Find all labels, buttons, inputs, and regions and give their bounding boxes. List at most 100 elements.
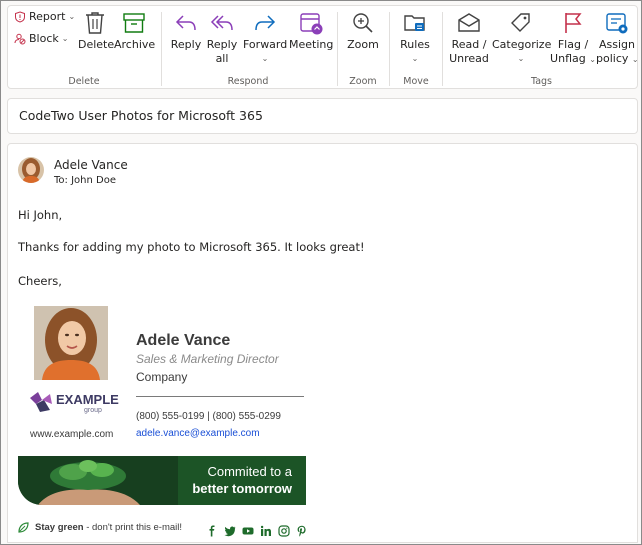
zoom-in-icon bbox=[353, 13, 373, 33]
delete-button[interactable]: Delete bbox=[78, 10, 115, 52]
recipient-line: To: John Doe bbox=[54, 175, 116, 186]
forward-button[interactable]: Forward ⌄ bbox=[243, 10, 287, 66]
outlook-reading-window: Report ⌄ Block ⌄ Delete Archive Delete R… bbox=[0, 0, 642, 545]
chevron-down-icon: ⌄ bbox=[68, 12, 76, 21]
message-body-pane: Adele Vance To: John Doe Hi John, Thanks… bbox=[7, 143, 638, 543]
ribbon-divider bbox=[337, 12, 338, 86]
signature-banner[interactable]: Commited to a better tomorrow bbox=[18, 456, 306, 505]
chevron-down-icon: ⌄ bbox=[517, 54, 525, 63]
assign-policy-button[interactable]: Assign policy ⌄ bbox=[596, 10, 639, 67]
sender-name[interactable]: Adele Vance bbox=[54, 158, 128, 172]
ribbon-group-delete: Report ⌄ Block ⌄ Delete Archive Delete bbox=[8, 6, 160, 90]
logo-subtext: group bbox=[84, 407, 102, 414]
greeting-text: Hi John, bbox=[18, 208, 63, 222]
ribbon-divider bbox=[161, 12, 162, 86]
meeting-label: Meeting bbox=[289, 38, 334, 51]
stay-green-note: Stay green - don't print this e-mail! bbox=[18, 522, 182, 533]
chevron-down-icon: ⌄ bbox=[631, 55, 639, 64]
report-button[interactable]: Report ⌄ bbox=[14, 10, 75, 23]
read-unread-button[interactable]: Read / Unread bbox=[448, 10, 490, 66]
rules-button[interactable]: Rules ⌄ bbox=[397, 10, 433, 66]
chevron-down-icon: ⌄ bbox=[261, 54, 269, 63]
block-label: Block bbox=[29, 32, 59, 45]
forward-arrow-icon bbox=[255, 15, 276, 31]
closing-text: Cheers, bbox=[18, 274, 62, 288]
categorize-button[interactable]: Categorize ⌄ bbox=[492, 10, 552, 66]
meeting-button[interactable]: Meeting bbox=[289, 10, 333, 52]
signature-website-link[interactable]: www.example.com bbox=[30, 429, 113, 440]
instagram-icon[interactable] bbox=[278, 522, 290, 537]
ribbon-group-move: Rules ⌄ Move bbox=[391, 6, 441, 90]
assign-policy-icon bbox=[606, 13, 628, 34]
ribbon-divider bbox=[389, 12, 390, 86]
ribbon-divider bbox=[442, 12, 443, 86]
tag-icon bbox=[511, 13, 530, 32]
facebook-icon[interactable] bbox=[206, 522, 218, 537]
signature-title: Sales & Marketing Director bbox=[136, 352, 279, 366]
flag-icon bbox=[565, 13, 582, 33]
archive-button[interactable]: Archive bbox=[114, 10, 156, 52]
ribbon-toolbar: Report ⌄ Block ⌄ Delete Archive Delete R… bbox=[7, 5, 639, 90]
archive-icon bbox=[123, 13, 145, 33]
group-label-move: Move bbox=[403, 76, 429, 87]
shield-alert-icon bbox=[15, 10, 25, 23]
social-icons bbox=[206, 522, 308, 537]
block-button[interactable]: Block ⌄ bbox=[14, 32, 68, 45]
assign-label-line2: policy bbox=[596, 52, 629, 65]
reply-label: Reply bbox=[170, 38, 202, 51]
signature-photo bbox=[34, 306, 108, 380]
archive-label: Archive bbox=[114, 38, 156, 51]
hands-plant-icon bbox=[18, 456, 178, 505]
flag-label-line1: Flag / bbox=[557, 38, 589, 51]
assign-label-line1: Assign bbox=[599, 38, 635, 51]
body-text: Thanks for adding my photo to Microsoft … bbox=[18, 240, 365, 254]
chevron-down-icon: ⌄ bbox=[411, 54, 419, 63]
logo-text: EXAMPLE bbox=[56, 392, 119, 407]
flag-unflag-button[interactable]: Flag / Unflag ⌄ bbox=[550, 10, 596, 67]
flag-label-line2: Unflag bbox=[550, 52, 586, 65]
youtube-icon[interactable] bbox=[242, 522, 254, 535]
zoom-label: Zoom bbox=[347, 38, 379, 51]
block-user-icon bbox=[14, 33, 26, 44]
envelope-open-icon bbox=[458, 13, 480, 32]
stay-green-rest: - don't print this e-mail! bbox=[83, 522, 183, 533]
group-label-delete: Delete bbox=[68, 76, 100, 87]
rules-label: Rules bbox=[400, 38, 430, 51]
ribbon-group-respond: Reply Reply all Forward ⌄ Meeting Respon… bbox=[163, 6, 333, 90]
assign-label-line2-wrap: policy ⌄ bbox=[596, 52, 639, 67]
reply-all-arrow-icon bbox=[210, 15, 233, 31]
pinterest-icon[interactable] bbox=[296, 522, 308, 537]
banner-line1: Commited to a bbox=[207, 464, 292, 479]
stay-green-bold: Stay green bbox=[35, 522, 84, 533]
message-subject: CodeTwo User Photos for Microsoft 365 bbox=[7, 98, 638, 134]
calendar-meeting-icon bbox=[300, 13, 323, 35]
report-label: Report bbox=[29, 10, 66, 23]
reply-all-label-line2: all bbox=[215, 52, 229, 65]
chevron-down-icon: ⌄ bbox=[589, 55, 596, 64]
delete-label: Delete bbox=[78, 38, 115, 51]
twitter-icon[interactable] bbox=[224, 522, 236, 537]
reply-all-label-line1: Reply bbox=[206, 38, 238, 51]
forward-label: Forward bbox=[243, 38, 288, 51]
sender-avatar[interactable] bbox=[18, 157, 44, 183]
group-label-zoom: Zoom bbox=[349, 76, 377, 87]
zoom-button[interactable]: Zoom bbox=[345, 10, 381, 52]
linkedin-icon[interactable] bbox=[260, 522, 272, 536]
banner-line2: better tomorrow bbox=[192, 481, 292, 496]
group-label-respond: Respond bbox=[227, 76, 269, 87]
signature-divider bbox=[136, 396, 304, 397]
signature-name: Adele Vance bbox=[136, 332, 231, 349]
signature-email-link[interactable]: adele.vance@example.com bbox=[136, 428, 260, 439]
reply-all-button[interactable]: Reply all bbox=[205, 10, 239, 66]
signature-company: Company bbox=[136, 370, 188, 384]
reply-arrow-icon bbox=[175, 15, 196, 31]
reply-button[interactable]: Reply bbox=[169, 10, 203, 52]
chevron-down-icon: ⌄ bbox=[61, 34, 69, 43]
read-label-line1: Read / bbox=[451, 38, 487, 51]
flag-label-line2-wrap: Unflag ⌄ bbox=[550, 52, 596, 67]
trash-icon bbox=[86, 12, 104, 34]
read-label-line2: Unread bbox=[449, 52, 489, 65]
ribbon-group-zoom: Zoom Zoom bbox=[339, 6, 387, 90]
categorize-label: Categorize bbox=[492, 38, 552, 51]
leaf-icon bbox=[18, 522, 29, 533]
